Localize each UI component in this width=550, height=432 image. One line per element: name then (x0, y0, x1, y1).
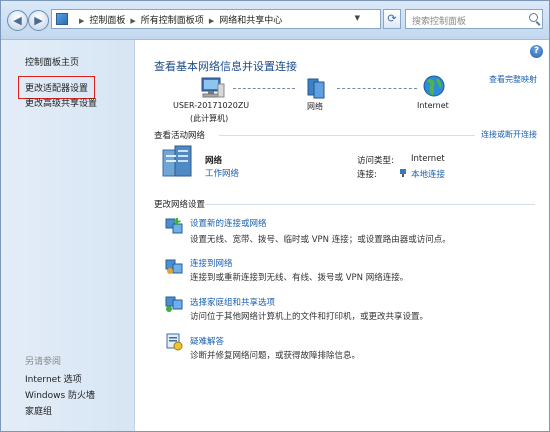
back-button[interactable]: ◀ (7, 10, 28, 31)
breadcrumb-item[interactable]: 所有控制面板项 (141, 16, 204, 26)
active-network-name: 网络 (205, 156, 223, 166)
section-divider (205, 204, 535, 205)
see-also-firewall[interactable]: Windows 防火墙 (25, 388, 95, 401)
internet-globe-icon (423, 75, 445, 97)
search-placeholder: 搜索控制面板 (412, 17, 467, 27)
internet-label: Internet (417, 101, 449, 110)
task-connect-network-desc: 连接到或重新连接到无线、有线、拨号或 VPN 网络连接。 (190, 273, 409, 283)
work-network-icon (162, 145, 192, 177)
task-troubleshoot-link[interactable]: 疑难解答 (190, 335, 224, 347)
sidebar-item-advanced-sharing[interactable]: 更改高级共享设置 (25, 96, 97, 109)
network-icon (307, 78, 325, 99)
control-panel-icon (56, 13, 68, 25)
help-icon[interactable]: ? (530, 45, 543, 58)
search-icon[interactable] (529, 13, 538, 22)
see-also-homegroup[interactable]: 家庭组 (25, 404, 52, 417)
troubleshoot-icon (166, 333, 183, 351)
homegroup-sharing-icon (165, 296, 183, 312)
sidebar-item-home[interactable]: 控制面板主页 (25, 55, 79, 68)
breadcrumb-chevron-icon[interactable]: ▶ (209, 17, 214, 25)
task-connect-network-link[interactable]: 连接到网络 (190, 257, 233, 269)
local-connection-icon (400, 169, 406, 177)
address-dropdown-icon[interactable]: ▼ (355, 14, 360, 22)
task-homegroup-sharing-desc: 访问位于其他网络计算机上的文件和打印机，或更改共享设置。 (190, 312, 429, 322)
access-type-value: Internet (411, 154, 445, 164)
section-divider (219, 135, 475, 136)
connection-line (233, 88, 295, 90)
connect-disconnect-link[interactable]: 连接或断开连接 (481, 129, 537, 140)
address-toolbar: ◀ ▶ ▶ 控制面板 ▶ 所有控制面板项 ▶ 网络和共享中心 ▼ ⟳ 搜索控制面板 (1, 1, 549, 40)
computer-subtitle: (此计算机) (190, 114, 229, 123)
network-label: 网络 (307, 102, 323, 111)
breadcrumb-item[interactable]: 网络和共享中心 (219, 16, 282, 26)
active-networks-title: 查看活动网络 (154, 131, 206, 141)
access-type-label: 访问类型: (357, 156, 394, 166)
network-type-link[interactable]: 工作网络 (205, 167, 239, 179)
breadcrumb-item[interactable]: 控制面板 (89, 16, 125, 26)
breadcrumb: ▶ 控制面板 ▶ 所有控制面板项 ▶ 网络和共享中心 (74, 13, 282, 26)
change-settings-title: 更改网络设置 (154, 200, 206, 210)
connection-line (337, 88, 417, 90)
breadcrumb-chevron-icon[interactable]: ▶ (79, 17, 84, 25)
task-troubleshoot-desc: 诊断并修复网络问题，或获得故障排除信息。 (190, 351, 361, 361)
computer-icon (201, 77, 225, 98)
forward-button[interactable]: ▶ (28, 10, 49, 31)
computer-name: USER-20171020ZU (173, 101, 250, 110)
main-content: ? 查看基本网络信息并设置连接 查看完整映射 USER-20171020ZU (… (135, 40, 549, 431)
sidebar: 控制面板主页 更改适配器设置 更改高级共享设置 另请参阅 Internet 选项… (1, 40, 135, 431)
connections-label: 连接: (357, 170, 377, 180)
page-title: 查看基本网络信息并设置连接 (154, 60, 297, 73)
view-full-map-link[interactable]: 查看完整映射 (489, 74, 537, 85)
local-connection-link[interactable]: 本地连接 (411, 168, 445, 180)
see-also-internet-options[interactable]: Internet 选项 (25, 372, 82, 385)
search-input[interactable]: 搜索控制面板 (405, 9, 543, 29)
connect-network-icon (165, 259, 183, 274)
see-also-title: 另请参阅 (25, 357, 62, 367)
task-new-connection-link[interactable]: 设置新的连接或网络 (190, 217, 267, 229)
address-field[interactable]: ▶ 控制面板 ▶ 所有控制面板项 ▶ 网络和共享中心 ▼ (51, 9, 381, 29)
task-new-connection-desc: 设置无线、宽带、拨号、临时或 VPN 连接；或设置路由器或访问点。 (190, 235, 451, 245)
new-connection-icon (165, 218, 183, 234)
refresh-button[interactable]: ⟳ (383, 9, 401, 29)
breadcrumb-chevron-icon[interactable]: ▶ (130, 17, 135, 25)
network-sharing-center-window: ◀ ▶ ▶ 控制面板 ▶ 所有控制面板项 ▶ 网络和共享中心 ▼ ⟳ 搜索控制面板 控制面… (0, 0, 550, 432)
task-homegroup-sharing-link[interactable]: 选择家庭组和共享选项 (190, 296, 275, 308)
